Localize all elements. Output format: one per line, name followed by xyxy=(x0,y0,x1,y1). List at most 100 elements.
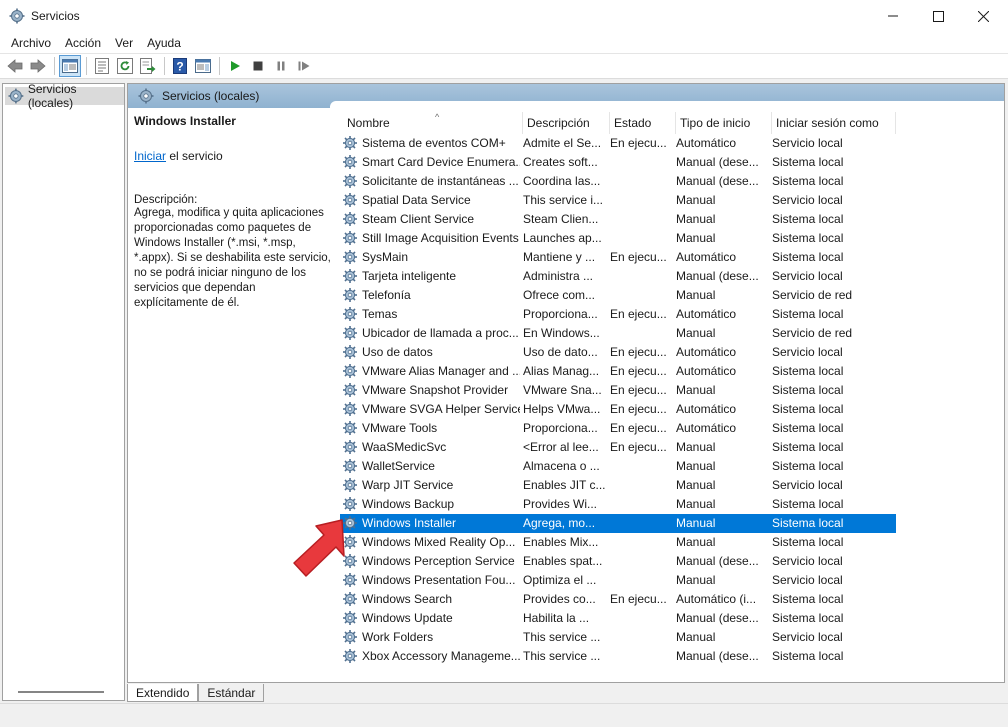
cell-description: This service i... xyxy=(523,193,604,207)
service-row[interactable]: VMware Snapshot Provider VMware Sna... En … xyxy=(340,381,896,400)
resume-icon xyxy=(298,61,310,71)
service-row[interactable]: Still Image Acquisition Events Launches a… xyxy=(340,229,896,248)
service-row[interactable]: Windows Perception Service Enables spat..… xyxy=(340,552,896,571)
tab-extendido[interactable]: Extendido xyxy=(127,684,199,702)
service-gear-icon xyxy=(343,174,357,188)
cell-startup-type: Manual xyxy=(676,231,716,245)
cell-startup-type: Manual xyxy=(676,478,716,492)
stop-service-button[interactable] xyxy=(247,55,269,77)
service-gear-icon xyxy=(343,383,357,397)
menu-archivo[interactable]: Archivo xyxy=(4,36,58,50)
service-row[interactable]: Uso de datos Uso de dato... En ejecu... Aut… xyxy=(340,343,896,362)
pause-service-button[interactable] xyxy=(270,55,292,77)
service-row[interactable]: SysMain Mantiene y ... En ejecu... Automáti… xyxy=(340,248,896,267)
toolbar-separator xyxy=(164,57,165,75)
toolbar-separator xyxy=(54,57,55,75)
tree-horizontal-scrollbar[interactable] xyxy=(18,691,104,693)
service-row[interactable]: Tarjeta inteligente Administra ... Manual … xyxy=(340,267,896,286)
cell-status xyxy=(610,172,674,191)
service-row[interactable]: Spatial Data Service This service i... Man… xyxy=(340,191,896,210)
content-header-label: Servicios (locales) xyxy=(162,89,260,103)
service-row[interactable]: Temas Proporciona... En ejecu... Automático… xyxy=(340,305,896,324)
service-row[interactable]: Windows Presentation Fou... Optimiza el .… xyxy=(340,571,896,590)
service-row[interactable]: VMware SVGA Helper Service Helps VMwa... E… xyxy=(340,400,896,419)
service-row-selected[interactable]: Windows Installer Agrega, mo... Manual Sist… xyxy=(340,514,896,533)
service-row[interactable]: Windows Mixed Reality Op... Enables Mix..… xyxy=(340,533,896,552)
cell-name: Windows Presentation Fou... xyxy=(362,573,516,587)
service-row[interactable]: Sistema de eventos COM+ Admite el Se... En… xyxy=(340,134,896,153)
cell-startup-type: Manual xyxy=(676,326,716,340)
service-row[interactable]: Solicitante de instantáneas ... Coordina … xyxy=(340,172,896,191)
minimize-button[interactable] xyxy=(870,0,916,32)
cell-status xyxy=(610,476,674,495)
cell-status: En ejecu... xyxy=(610,364,667,378)
export-list-button[interactable] xyxy=(137,55,159,77)
service-gear-icon xyxy=(343,649,357,663)
service-row[interactable]: Windows Update Habilita la ... Manual (des… xyxy=(340,609,896,628)
service-row[interactable]: Telefonía Ofrece com... Manual Servicio de … xyxy=(340,286,896,305)
service-row[interactable]: Windows Backup Provides Wi... Manual Sistem… xyxy=(340,495,896,514)
action-pane-button[interactable] xyxy=(192,55,214,77)
service-row[interactable]: VMware Alias Manager and ... Alias Manag.… xyxy=(340,362,896,381)
action-pane-icon xyxy=(195,59,211,73)
cell-name: Telefonía xyxy=(362,288,411,302)
help-button[interactable]: ? xyxy=(169,55,191,77)
toolbar-separator xyxy=(219,57,220,75)
back-button[interactable] xyxy=(4,55,26,77)
cell-log-on-as: Sistema local xyxy=(772,421,844,435)
window-title: Servicios xyxy=(31,8,80,23)
column-header-status[interactable]: Estado xyxy=(610,112,676,134)
cell-startup-type: Manual xyxy=(676,440,716,454)
menu-ver[interactable]: Ver xyxy=(108,36,140,50)
refresh-button[interactable] xyxy=(114,55,136,77)
menu-accion[interactable]: Acción xyxy=(58,36,108,50)
service-gear-icon xyxy=(343,155,357,169)
forward-button[interactable] xyxy=(27,55,49,77)
service-row[interactable]: Windows Search Provides co... En ejecu... A… xyxy=(340,590,896,609)
column-header-log-on-as[interactable]: Iniciar sesión como xyxy=(772,112,896,134)
description-line: explícitamente de él. xyxy=(134,297,240,309)
cell-name: Sistema de eventos COM+ xyxy=(362,136,506,150)
resume-service-button[interactable] xyxy=(293,55,315,77)
column-header-description[interactable]: Descripción xyxy=(523,112,610,134)
cell-log-on-as: Sistema local xyxy=(772,212,844,226)
service-row[interactable]: Xbox Accessory Manageme... This service .… xyxy=(340,647,896,666)
service-gear-icon xyxy=(343,193,357,207)
close-button[interactable] xyxy=(960,0,1006,32)
service-gear-icon xyxy=(343,345,357,359)
service-row[interactable]: Steam Client Service Steam Clien... Manual… xyxy=(340,210,896,229)
maximize-button[interactable] xyxy=(915,0,961,32)
cell-status xyxy=(610,495,674,514)
cell-name: Warp JIT Service xyxy=(362,478,454,492)
service-row[interactable]: WalletService Almacena o ... Manual Sistema… xyxy=(340,457,896,476)
service-row[interactable]: Ubicador de llamada a proc... En Windows.… xyxy=(340,324,896,343)
cell-startup-type: Automático xyxy=(676,364,737,378)
service-row[interactable]: VMware Tools Proporciona... En ejecu... Aut… xyxy=(340,419,896,438)
cell-startup-type: Automático xyxy=(676,402,737,416)
column-header-startup-type[interactable]: Tipo de inicio xyxy=(676,112,772,134)
service-row[interactable]: Warp JIT Service Enables JIT c... Manual Se… xyxy=(340,476,896,495)
service-gear-icon xyxy=(343,497,357,511)
service-row[interactable]: WaaSMedicSvc <Error al lee... En ejecu... M… xyxy=(340,438,896,457)
services-app-icon xyxy=(9,8,25,23)
menu-ayuda[interactable]: Ayuda xyxy=(140,36,188,50)
start-service-link[interactable]: Iniciar xyxy=(134,149,166,163)
description-label: Descripción: xyxy=(134,194,198,206)
cell-description: Agrega, mo... xyxy=(523,516,596,530)
column-header-name[interactable]: ^ Nombre xyxy=(343,112,523,134)
view-tabs: Extendido Estándar xyxy=(127,684,265,702)
column-header-label: Nombre xyxy=(347,116,390,130)
cell-log-on-as: Servicio local xyxy=(772,630,843,644)
cell-startup-type: Manual xyxy=(676,288,716,302)
service-row[interactable]: Smart Card Device Enumera... Creates soft… xyxy=(340,153,896,172)
show-console-tree-button[interactable] xyxy=(59,55,81,77)
tab-estandar[interactable]: Estándar xyxy=(198,684,265,702)
cell-startup-type: Manual xyxy=(676,193,716,207)
cell-description: Proporciona... xyxy=(523,421,598,435)
service-row[interactable]: Work Folders This service ... Manual Servic… xyxy=(340,628,896,647)
start-service-button[interactable] xyxy=(224,55,246,77)
cell-log-on-as: Sistema local xyxy=(772,250,844,264)
tree-node-services-local[interactable]: Servicios (locales) xyxy=(5,82,124,110)
properties-button[interactable] xyxy=(91,55,113,77)
service-gear-icon xyxy=(343,592,357,606)
